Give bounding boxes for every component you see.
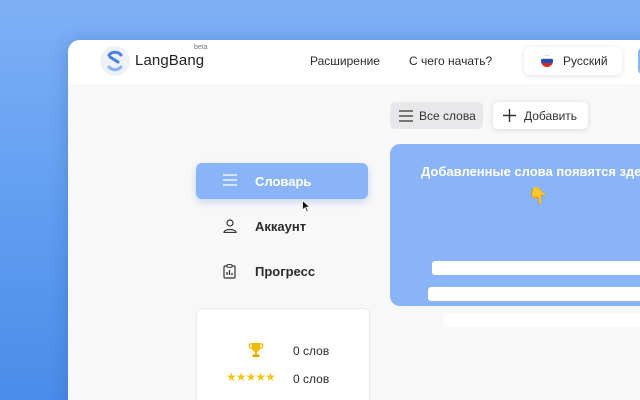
five-stars-icon: ★★★★★ (226, 370, 276, 384)
language-label: Русский (563, 54, 608, 68)
placeholder-line (444, 313, 640, 327)
all-words-label: Все слова (419, 109, 476, 123)
logo-icon[interactable] (100, 46, 130, 76)
all-words-button[interactable]: Все слова (390, 102, 483, 129)
mouse-cursor-icon (302, 200, 311, 213)
trophy-icon (248, 343, 264, 357)
stars-word-count: 0 слов (293, 372, 330, 386)
user-icon (223, 219, 237, 233)
trophy-word-count: 0 слов (293, 344, 330, 358)
sidebar-item-dictionary[interactable]: Словарь (196, 163, 368, 199)
sidebar-item-label: Аккаунт (255, 219, 307, 234)
pointing-down-hand-icon: 👇 (528, 188, 548, 205)
sidebar-item-label: Прогресс (255, 264, 316, 279)
placeholder-line (428, 287, 640, 301)
menu-icon (223, 174, 237, 186)
app-window: LangBang beta Расширение С чего начать? … (68, 40, 640, 400)
menu-icon (399, 110, 413, 122)
nav-link-extension[interactable]: Расширение (310, 54, 380, 68)
russia-flag-icon (541, 55, 553, 67)
empty-state-card: Добавленные слова появятся здесь 👇 (390, 144, 640, 327)
stat-row-trophy: 0 слов (197, 341, 369, 361)
sidebar-item-account[interactable]: Аккаунт (196, 208, 368, 244)
plus-icon (503, 109, 516, 122)
language-selector[interactable]: Русский (524, 47, 622, 75)
sidebar-item-progress[interactable]: Прогресс (196, 253, 368, 289)
clipboard-chart-icon (223, 264, 236, 279)
nav-link-getting-started[interactable]: С чего начать? (409, 54, 492, 68)
beta-badge: beta (194, 44, 208, 51)
add-word-button[interactable]: Добавить (493, 102, 588, 129)
brand-name[interactable]: LangBang (135, 52, 204, 69)
add-word-label: Добавить (524, 109, 578, 123)
placeholder-line (432, 261, 640, 275)
sidebar-item-label: Словарь (255, 174, 312, 189)
empty-state-title: Добавленные слова появятся здесь (421, 164, 640, 179)
header: LangBang beta Расширение С чего начать? … (68, 40, 640, 84)
stat-row-stars: ★★★★★ 0 слов (197, 369, 369, 389)
stats-card: 0 слов ★★★★★ 0 слов (196, 308, 370, 400)
